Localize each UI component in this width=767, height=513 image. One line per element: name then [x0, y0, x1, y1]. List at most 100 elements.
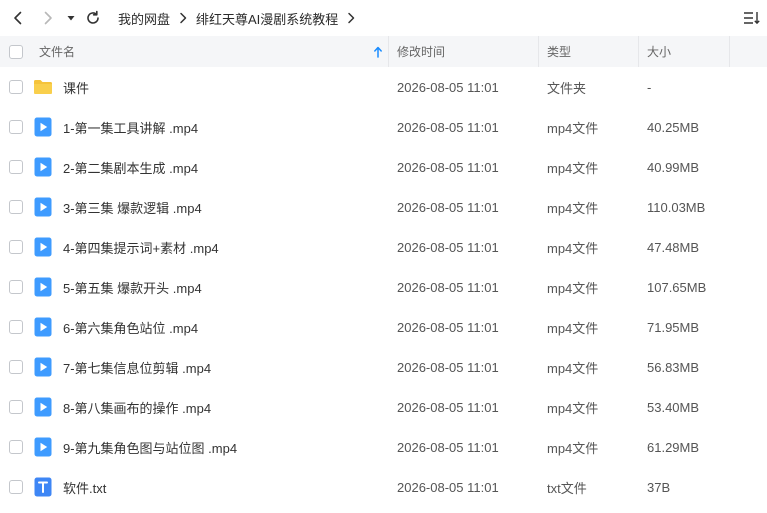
file-type: txt文件	[547, 480, 587, 496]
header-name[interactable]: 文件名	[39, 36, 75, 67]
file-modified: 2026-08-05 11:01	[397, 319, 499, 335]
file-name[interactable]: 4-第四集提示词+素材 .mp4	[63, 227, 219, 267]
breadcrumb-item-my-drive[interactable]: 我的网盘	[118, 9, 170, 28]
file-size: 40.99MB	[647, 159, 700, 175]
file-type: 文件夹	[547, 80, 587, 96]
file-row[interactable]: 软件.txt 2026-08-05 11:01 txt文件 37B	[0, 467, 767, 507]
row-checkbox[interactable]	[9, 440, 23, 454]
file-modified: 2026-08-05 11:01	[397, 359, 499, 375]
file-type: mp4文件	[547, 320, 599, 336]
file-type: mp4文件	[547, 360, 599, 376]
sort-arrow-up-icon[interactable]	[373, 36, 383, 67]
toolbar: 我的网盘 绯红天尊AI漫剧系统教程	[0, 0, 767, 36]
file-modified: 2026-08-05 11:01	[397, 79, 499, 95]
file-modified: 2026-08-05 11:01	[397, 119, 499, 135]
file-name[interactable]: 8-第八集画布的操作 .mp4	[63, 387, 211, 427]
file-modified: 2026-08-05 11:01	[397, 199, 499, 215]
file-name[interactable]: 课件	[63, 67, 89, 107]
back-arrow-icon	[14, 11, 22, 25]
file-name[interactable]: 1-第一集工具讲解 .mp4	[63, 107, 198, 147]
row-checkbox-cell	[9, 347, 23, 387]
chevron-right-icon	[178, 12, 188, 24]
file-name[interactable]: 7-第七集信息位剪辑 .mp4	[63, 347, 211, 387]
file-size: 47.48MB	[647, 239, 700, 255]
file-name[interactable]: 3-第三集 爆款逻辑 .mp4	[63, 187, 202, 227]
header-modified[interactable]: 修改时间	[397, 36, 445, 67]
row-checkbox[interactable]	[9, 480, 23, 494]
file-name[interactable]: 6-第六集角色站位 .mp4	[63, 307, 198, 347]
file-size: 71.95MB	[647, 319, 700, 335]
row-checkbox-cell	[9, 227, 23, 267]
breadcrumb-item-current-folder[interactable]: 绯红天尊AI漫剧系统教程	[196, 9, 338, 28]
file-row[interactable]: 课件 2026-08-05 11:01 文件夹 -	[0, 67, 767, 107]
file-row[interactable]: 6-第六集角色站位 .mp4 2026-08-05 11:01 mp4文件 71.95…	[0, 307, 767, 347]
dropdown-triangle-icon	[67, 16, 75, 21]
file-type: mp4文件	[547, 120, 599, 136]
file-type: mp4文件	[547, 200, 599, 216]
forward-button[interactable]	[36, 6, 60, 30]
select-all-checkbox[interactable]	[9, 44, 23, 59]
row-checkbox-cell	[9, 147, 23, 187]
row-checkbox[interactable]	[9, 320, 23, 334]
file-row[interactable]: 1-第一集工具讲解 .mp4 2026-08-05 11:01 mp4文件 40.25…	[0, 107, 767, 147]
row-checkbox[interactable]	[9, 80, 23, 94]
header-divider[interactable]	[388, 36, 389, 67]
file-modified: 2026-08-05 11:01	[397, 399, 499, 415]
history-dropdown-button[interactable]	[61, 6, 81, 30]
file-type: mp4文件	[547, 440, 599, 456]
file-name[interactable]: 9-第九集角色图与站位图 .mp4	[63, 427, 237, 467]
file-row[interactable]: 7-第七集信息位剪辑 .mp4 2026-08-05 11:01 mp4文件 56.8…	[0, 347, 767, 387]
header-divider[interactable]	[638, 36, 639, 67]
file-row[interactable]: 2-第二集剧本生成 .mp4 2026-08-05 11:01 mp4文件 40.99…	[0, 147, 767, 187]
column-header: 文件名 修改时间 类型 大小	[0, 36, 767, 67]
view-mode-button[interactable]	[740, 6, 764, 30]
row-checkbox[interactable]	[9, 120, 23, 134]
file-name[interactable]: 5-第五集 爆款开头 .mp4	[63, 267, 202, 307]
file-list: 课件 2026-08-05 11:01 文件夹 - 1-第一集工具讲解 .mp4 2026…	[0, 67, 767, 507]
file-row[interactable]: 5-第五集 爆款开头 .mp4 2026-08-05 11:01 mp4文件 107.…	[0, 267, 767, 307]
row-checkbox-cell	[9, 267, 23, 307]
file-size: 110.03MB	[647, 199, 706, 215]
file-type: mp4文件	[547, 280, 599, 296]
row-checkbox-cell	[9, 387, 23, 427]
row-checkbox-cell	[9, 187, 23, 227]
header-type[interactable]: 类型	[547, 36, 571, 67]
header-size[interactable]: 大小	[647, 36, 671, 67]
forward-arrow-icon	[44, 11, 52, 25]
header-divider[interactable]	[538, 36, 539, 67]
file-size: 61.29MB	[647, 439, 700, 455]
row-checkbox[interactable]	[9, 400, 23, 414]
file-row[interactable]: 9-第九集角色图与站位图 .mp4 2026-08-05 11:01 mp4文件 61…	[0, 427, 767, 467]
file-modified: 2026-08-05 11:01	[397, 439, 499, 455]
file-name[interactable]: 软件.txt	[63, 467, 106, 507]
row-checkbox-cell	[9, 467, 23, 507]
file-size: 40.25MB	[647, 119, 700, 135]
file-size: 107.65MB	[647, 279, 707, 295]
file-size: 37B	[647, 479, 671, 495]
file-type: mp4文件	[547, 240, 599, 256]
refresh-button[interactable]	[81, 6, 105, 30]
row-checkbox[interactable]	[9, 160, 23, 174]
row-checkbox[interactable]	[9, 360, 23, 374]
row-checkbox[interactable]	[9, 280, 23, 294]
file-size: -	[647, 79, 652, 95]
row-checkbox-cell	[9, 67, 23, 107]
chevron-right-icon[interactable]	[346, 12, 356, 24]
file-type: mp4文件	[547, 160, 599, 176]
file-row[interactable]: 3-第三集 爆款逻辑 .mp4 2026-08-05 11:01 mp4文件 110.…	[0, 187, 767, 227]
file-row[interactable]: 4-第四集提示词+素材 .mp4 2026-08-05 11:01 mp4文件 47.…	[0, 227, 767, 267]
row-checkbox[interactable]	[9, 200, 23, 214]
breadcrumb: 我的网盘 绯红天尊AI漫剧系统教程	[118, 0, 364, 36]
row-checkbox[interactable]	[9, 240, 23, 254]
file-row[interactable]: 8-第八集画布的操作 .mp4 2026-08-05 11:01 mp4文件 53.4…	[0, 387, 767, 427]
row-checkbox-cell	[9, 427, 23, 467]
file-modified: 2026-08-05 11:01	[397, 279, 499, 295]
header-divider[interactable]	[729, 36, 730, 67]
refresh-icon	[87, 10, 99, 24]
back-button[interactable]	[6, 6, 30, 30]
row-checkbox-cell	[9, 107, 23, 147]
file-name[interactable]: 2-第二集剧本生成 .mp4	[63, 147, 198, 187]
row-checkbox-cell	[9, 307, 23, 347]
file-size: 53.40MB	[647, 399, 700, 415]
file-modified: 2026-08-05 11:01	[397, 479, 499, 495]
